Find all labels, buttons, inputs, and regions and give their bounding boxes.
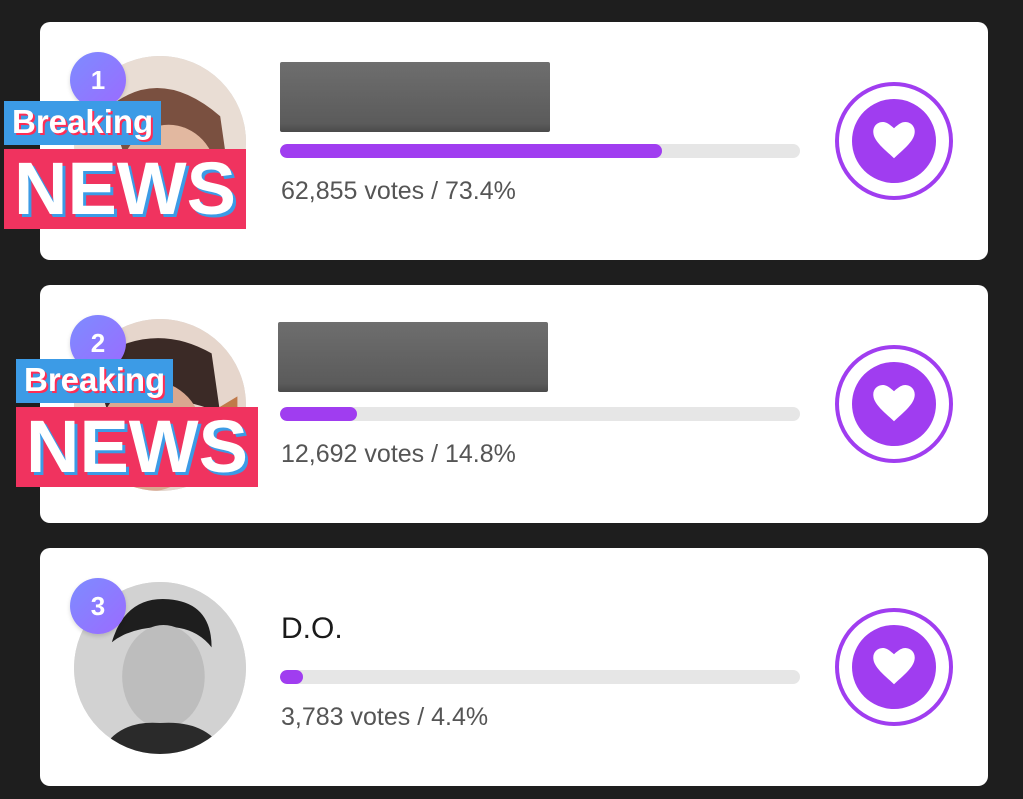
rank-badge: 1 [70, 52, 126, 108]
vote-card-3: 3 D.O. 3,783 votes / 4.4% [40, 548, 988, 786]
vote-button[interactable] [835, 345, 953, 463]
vote-progress-fill [280, 670, 303, 684]
name-redacted [278, 322, 548, 392]
vote-count: 12,692 votes / 14.8% [281, 440, 516, 468]
vote-progress-fill [280, 144, 662, 158]
news-label: NEWS [4, 149, 246, 229]
vote-button[interactable] [835, 608, 953, 726]
vote-progress-bar [280, 407, 800, 421]
heart-icon [873, 122, 915, 159]
heart-icon [873, 648, 915, 685]
vote-button[interactable] [835, 82, 953, 200]
vote-progress-fill [280, 407, 357, 421]
breaking-news-overlay-2: Breaking NEWS [16, 359, 258, 487]
rank-badge: 3 [70, 578, 126, 634]
breaking-news-overlay-1: Breaking NEWS [4, 101, 246, 229]
vote-progress-bar [280, 144, 800, 158]
name-redacted [280, 62, 550, 132]
breaking-label: Breaking [16, 359, 174, 403]
candidate-name: D.O. [281, 612, 343, 645]
vote-count: 62,855 votes / 73.4% [281, 177, 516, 205]
news-label: NEWS [16, 407, 258, 487]
heart-icon [873, 385, 915, 422]
vote-count: 3,783 votes / 4.4% [281, 703, 489, 731]
breaking-label: Breaking [4, 101, 162, 145]
vote-progress-bar [280, 670, 800, 684]
